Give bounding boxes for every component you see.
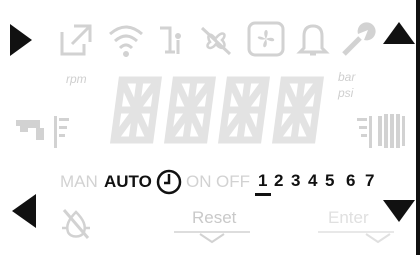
external-link-icon [60, 24, 92, 56]
mode-off[interactable]: OFF [216, 172, 250, 192]
reset-button[interactable]: Reset [192, 208, 236, 228]
bell-icon [296, 24, 330, 56]
day-5[interactable]: 5 [325, 171, 334, 191]
day-3[interactable]: 3 [291, 171, 300, 191]
flame-off-icon [62, 209, 90, 239]
clock-icon [156, 169, 182, 195]
mode-man[interactable]: MAN [60, 172, 98, 192]
day-4[interactable]: 4 [308, 171, 317, 191]
back-button[interactable] [10, 192, 38, 230]
flow-bars-icon [54, 116, 69, 148]
psi-unit-label: psi [338, 86, 354, 100]
segment-display [110, 76, 324, 144]
faucet-icon [16, 120, 44, 140]
up-button[interactable] [381, 20, 417, 46]
day-1[interactable]: 1 [258, 171, 267, 191]
radiator-icon [378, 114, 405, 148]
mode-auto[interactable]: AUTO [104, 172, 152, 192]
down-button[interactable] [381, 198, 417, 224]
enter-button[interactable]: Enter [328, 208, 369, 228]
day-2[interactable]: 2 [274, 171, 283, 191]
wifi-icon [109, 25, 143, 57]
day-7[interactable]: 7 [365, 171, 374, 191]
wrench-icon [342, 22, 376, 56]
mode-on[interactable]: ON [186, 172, 212, 192]
bar-unit-label: bar [338, 70, 356, 84]
next-left-button[interactable] [8, 22, 34, 58]
day-selected-underline [255, 193, 271, 196]
enter-chevron-icon [318, 231, 394, 244]
rpm-unit-label: rpm [66, 72, 87, 86]
reset-chevron-icon [174, 231, 250, 244]
fan-off-icon [200, 26, 232, 56]
day-6[interactable]: 6 [346, 171, 355, 191]
temperature-probe-icon [160, 26, 181, 54]
fan-icon [247, 21, 285, 57]
flow-bars-right-icon [357, 116, 372, 148]
